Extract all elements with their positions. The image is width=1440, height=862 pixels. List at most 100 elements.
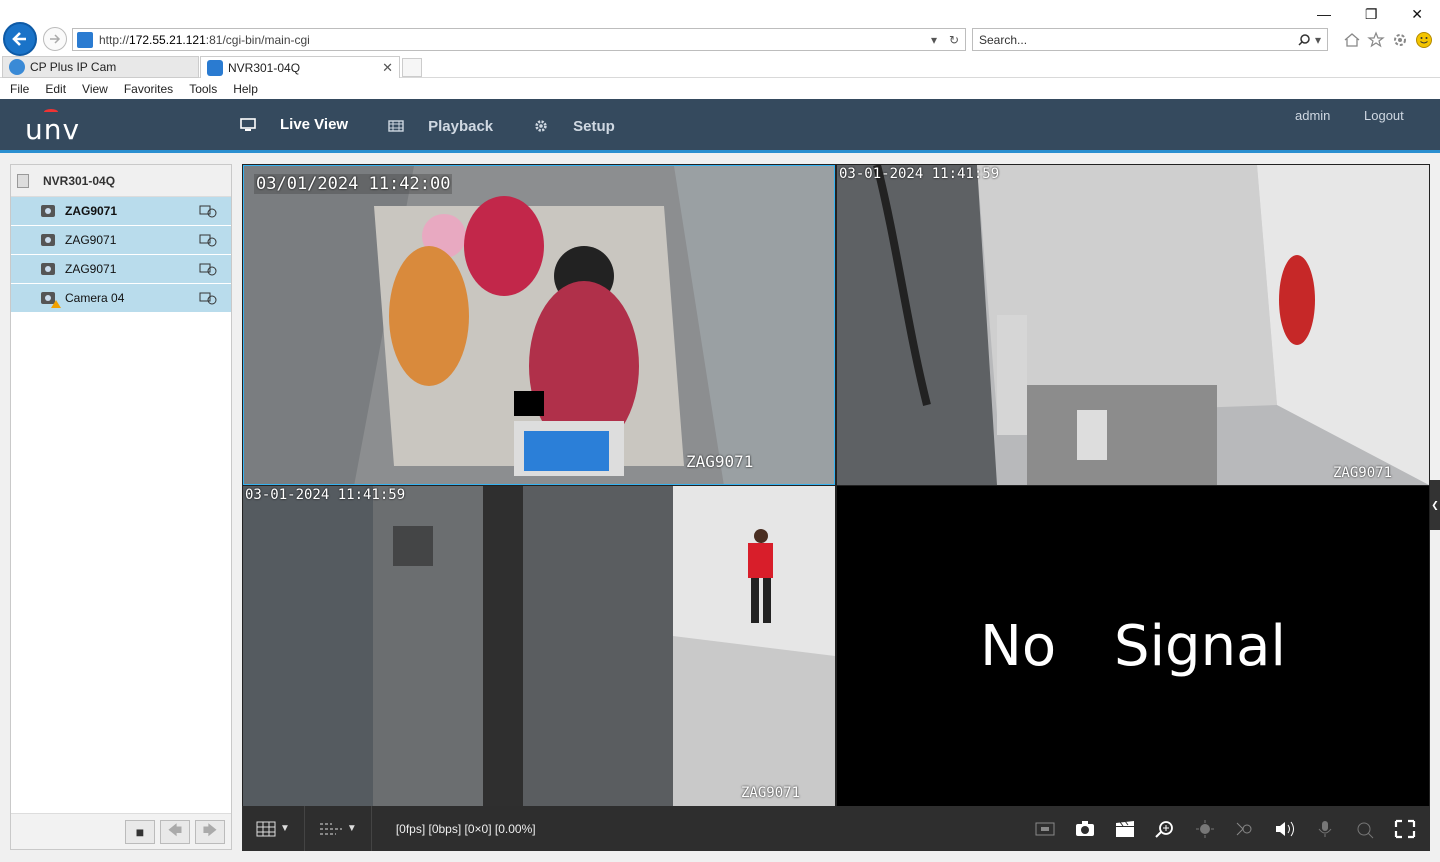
stream-select-button[interactable]: ▼: [305, 806, 372, 851]
two-way-audio-icon[interactable]: [1314, 819, 1336, 839]
camera-feed-3: [243, 486, 835, 806]
osd-camera-label: ZAG9071: [1333, 465, 1393, 481]
video-tile-4[interactable]: No Signal: [837, 486, 1429, 806]
device-tree-panel: NVR301-04Q ZAG9071 ZAG9071 ZAG9071 Camer…: [10, 164, 232, 850]
home-icon[interactable]: [1343, 31, 1361, 49]
record-camera-icon[interactable]: [199, 291, 217, 305]
record-camera-icon[interactable]: [199, 262, 217, 276]
menu-help[interactable]: Help: [233, 82, 258, 96]
nav-setup[interactable]: Setup: [513, 99, 635, 153]
menu-tools[interactable]: Tools: [189, 82, 217, 96]
fullscreen-icon[interactable]: [1394, 819, 1416, 839]
logo-text: unv: [25, 113, 81, 146]
stop-all-button[interactable]: ■: [125, 820, 155, 844]
smiley-feedback-icon[interactable]: [1415, 31, 1433, 49]
window-controls: — ❐ ✕: [1300, 2, 1440, 26]
tab-nvr[interactable]: NVR301-04Q ✕: [200, 56, 400, 78]
browser-toolbar: — ❐ ✕ http://172.55.21.121:81/cgi-bin/ma…: [0, 0, 1440, 56]
record-camera-icon[interactable]: [199, 233, 217, 247]
camera-item-2[interactable]: ZAG9071: [11, 226, 231, 255]
tree-controls: ■ 🡄 🡆: [11, 813, 231, 849]
favorites-star-icon[interactable]: [1367, 30, 1385, 49]
nav-label: Live View: [280, 116, 349, 133]
video-toolbar: ▼ ▼ [0fps] [0bps] [0×0] [0.00%]: [242, 806, 1430, 851]
user-name[interactable]: admin: [1295, 108, 1330, 123]
osd-timestamp: 03-01-2024 11:41:59: [245, 487, 406, 503]
osd-camera-label: ZAG9071: [741, 785, 801, 801]
camera-item-1[interactable]: ZAG9071: [11, 197, 231, 226]
volume-icon[interactable]: [1274, 819, 1296, 839]
search-placeholder: Search...: [979, 32, 1028, 47]
camera-icon: [41, 234, 55, 246]
nav-playback[interactable]: Playback: [368, 99, 513, 153]
nvr-device-icon: [17, 173, 29, 188]
panel-collapse-handle[interactable]: ❮: [1430, 480, 1440, 530]
ie-icon: [9, 59, 25, 75]
settings-gear-icon[interactable]: [1391, 31, 1409, 49]
camera-item-4[interactable]: Camera 04: [11, 284, 231, 313]
menu-bar: File Edit View Favorites Tools Help: [0, 78, 1440, 99]
tab-label: CP Plus IP Cam: [30, 60, 117, 74]
film-icon: [388, 120, 404, 132]
back-button[interactable]: [3, 22, 37, 56]
video-grid: 03/01/2024 11:42:00 ZAG9071 03-01-2024 1…: [242, 164, 1430, 806]
close-tab-icon[interactable]: ✕: [382, 60, 393, 76]
logout-link[interactable]: Logout: [1364, 108, 1404, 123]
search-icon[interactable]: [1297, 33, 1311, 47]
search-box[interactable]: Search... ▾: [972, 28, 1328, 51]
video-tile-1[interactable]: 03/01/2024 11:42:00 ZAG9071: [243, 165, 835, 485]
nav-live-view[interactable]: Live View: [220, 99, 369, 153]
restore-icon[interactable]: ❐: [1365, 6, 1378, 23]
chevron-down-icon: ▼: [280, 823, 290, 834]
clapper-record-icon[interactable]: [1114, 819, 1136, 839]
menu-file[interactable]: File: [10, 82, 29, 96]
url-prefix: http://: [99, 32, 130, 47]
gear-icon: [535, 120, 547, 132]
osd-camera-label: ZAG9071: [686, 452, 754, 471]
record-camera-icon[interactable]: [199, 204, 217, 218]
layout-select-button[interactable]: ▼: [242, 806, 305, 851]
close-window-icon[interactable]: ✕: [1411, 6, 1423, 23]
digital-zoom-icon[interactable]: [1154, 819, 1176, 839]
unv-logo: unv: [25, 109, 81, 146]
ptz-control-icon[interactable]: [1194, 819, 1216, 839]
app-header: unv Live View Playback Setup admin Logou…: [0, 99, 1440, 153]
header-accent-line: [0, 150, 1440, 153]
menu-edit[interactable]: Edit: [45, 82, 66, 96]
image-adjust-icon[interactable]: [1034, 819, 1056, 839]
refresh-icon[interactable]: ↻: [949, 33, 959, 47]
next-page-button[interactable]: 🡆: [195, 820, 225, 844]
minimize-icon[interactable]: —: [1317, 6, 1331, 22]
url-text[interactable]: http://172.55.21.121:81/cgi-bin/main-cgi: [99, 33, 931, 47]
tab-label: NVR301-04Q: [228, 60, 301, 75]
menu-favorites[interactable]: Favorites: [124, 82, 173, 96]
video-tile-2[interactable]: 03-01-2024 11:41:59 ZAG9071: [837, 165, 1429, 485]
tab-cp-plus[interactable]: CP Plus IP Cam: [2, 56, 199, 78]
nav-label: Setup: [573, 117, 615, 135]
address-bar[interactable]: http://172.55.21.121:81/cgi-bin/main-cgi…: [72, 28, 966, 51]
new-tab-button[interactable]: [402, 58, 422, 77]
no-signal-text: No Signal: [837, 486, 1429, 806]
video-tile-3[interactable]: 03-01-2024 11:41:59 ZAG9071: [243, 486, 835, 806]
url-host: 172.55.21.121: [129, 32, 206, 47]
nvr-name: NVR301-04Q: [43, 173, 116, 188]
dropdown-icon[interactable]: ▾: [931, 33, 937, 47]
menu-view[interactable]: View: [82, 82, 108, 96]
main-nav: Live View Playback Setup: [220, 99, 635, 153]
3d-zoom-icon[interactable]: [1354, 819, 1376, 839]
stream-stats: [0fps] [0bps] [0×0] [0.00%]: [395, 821, 536, 836]
forward-button[interactable]: [43, 27, 67, 51]
camera-icon: [41, 263, 55, 275]
search-dropdown-icon[interactable]: ▾: [1315, 33, 1321, 47]
snapshot-camera-icon[interactable]: [1074, 819, 1096, 839]
camera-name: ZAG9071: [65, 233, 117, 247]
grid-layout-icon: [256, 821, 276, 836]
page-icon: [207, 59, 223, 76]
warning-icon: [51, 300, 61, 308]
arrow-left-icon: [12, 32, 26, 46]
nvr-node[interactable]: NVR301-04Q: [11, 165, 231, 197]
camera-item-3[interactable]: ZAG9071: [11, 255, 231, 284]
prev-page-button[interactable]: 🡄: [160, 820, 190, 844]
3d-position-icon[interactable]: [1234, 819, 1256, 839]
camera-icon: [41, 205, 55, 217]
